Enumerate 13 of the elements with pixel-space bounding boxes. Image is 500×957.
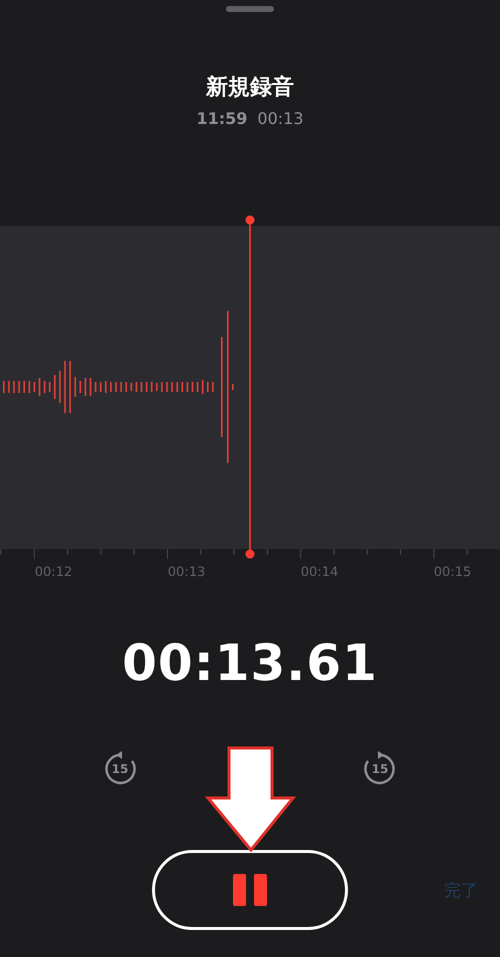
elapsed-time: 00:13.61 — [122, 633, 378, 693]
sheet-handle[interactable] — [226, 6, 274, 12]
recording-time: 11:59 — [196, 109, 248, 129]
timeline-label: 00:14 — [300, 564, 340, 582]
skip-forward-button[interactable]: 15 — [360, 749, 400, 789]
pause-icon — [233, 874, 267, 906]
timeline-label: 00:15 — [432, 564, 472, 582]
timeline-label: 00:13 — [166, 564, 206, 582]
playhead[interactable] — [246, 216, 254, 558]
recording-duration: 00:13 — [257, 109, 304, 129]
timeline-label: 00:12 — [34, 564, 74, 582]
recording-title: 新規録音 — [206, 74, 294, 102]
skip-back-button[interactable]: 15 — [100, 749, 140, 789]
